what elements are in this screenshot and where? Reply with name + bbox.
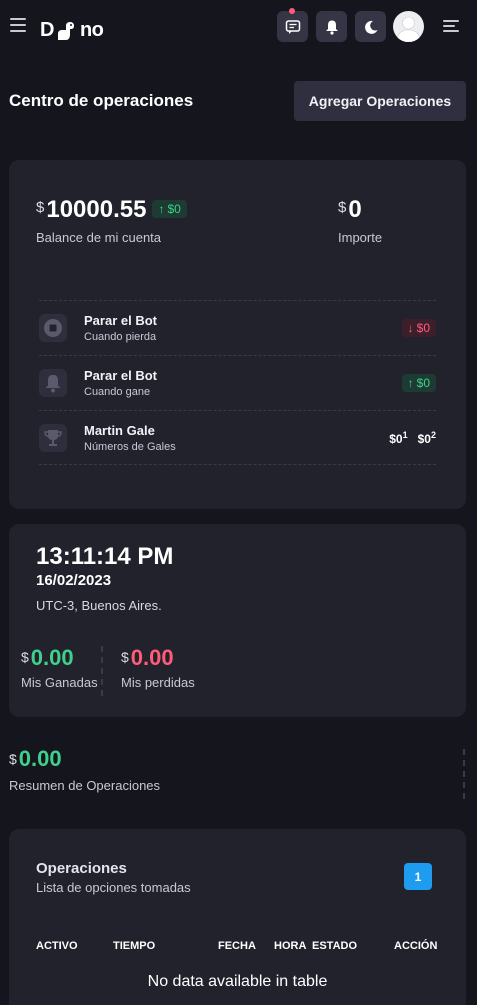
current-date: 16/02/2023 bbox=[36, 572, 112, 589]
martin-gale-row[interactable]: Martin Gale Números de Gales $01 $02 bbox=[39, 410, 436, 465]
currency-symbol: $ bbox=[121, 649, 129, 665]
balance-change-value: $0 bbox=[167, 202, 181, 216]
chat-button[interactable] bbox=[277, 8, 308, 42]
column-header-activo[interactable]: ACTIVO bbox=[36, 940, 78, 952]
losses-stat: $ 0.00 Mis perdidas bbox=[121, 645, 195, 690]
summary-value: 0.00 bbox=[18, 746, 62, 771]
right-menu-icon[interactable] bbox=[443, 20, 459, 35]
notifications-button[interactable] bbox=[316, 11, 347, 42]
wins-stat: $ 0.00 Mis Ganadas bbox=[21, 645, 98, 690]
importe-label: Importe bbox=[338, 230, 383, 245]
stop-loss-value: $0 bbox=[416, 321, 430, 335]
stop-win-badge: ↑ $0 bbox=[401, 374, 436, 392]
chat-icon bbox=[285, 19, 300, 34]
arrow-up-icon: ↑ bbox=[407, 376, 414, 390]
trophy-icon bbox=[39, 423, 67, 452]
column-header-fecha[interactable]: FECHA bbox=[218, 940, 256, 952]
dino-logo-icon bbox=[56, 20, 78, 42]
balance-value: 10000.55 bbox=[46, 196, 147, 223]
operations-card: Operaciones Lista de opciones tomadas 1 … bbox=[9, 829, 466, 1005]
balance-block: $ 10000.55 ↑ $0 Balance de mi cuenta bbox=[36, 196, 187, 245]
wins-label: Mis Ganadas bbox=[21, 675, 98, 690]
gale-1-sup: 1 bbox=[402, 429, 408, 440]
losses-label: Mis perdidas bbox=[121, 675, 195, 690]
stop-icon bbox=[39, 314, 67, 342]
arrow-up-icon: ↑ bbox=[158, 202, 165, 216]
currency-symbol: $ bbox=[36, 199, 45, 216]
operations-title: Operaciones bbox=[36, 860, 127, 877]
add-operations-button[interactable]: Agregar Operaciones bbox=[294, 81, 466, 121]
balance-label: Balance de mi cuenta bbox=[36, 230, 162, 245]
current-time: 13:11:14 PM bbox=[36, 543, 174, 570]
top-bar: D no bbox=[0, 0, 477, 60]
row-subtitle: Cuando gane bbox=[84, 386, 151, 398]
currency-symbol: $ bbox=[338, 199, 347, 216]
bell-icon bbox=[325, 20, 338, 35]
logo[interactable]: D no bbox=[40, 19, 104, 42]
row-title: Martin Gale bbox=[84, 422, 155, 438]
moon-icon bbox=[364, 20, 377, 34]
row-title: Parar el Bot bbox=[84, 313, 157, 328]
clock-card: 13:11:14 PM 16/02/2023 UTC-3, Buenos Air… bbox=[9, 524, 466, 717]
stop-loss-badge: ↓ $0 bbox=[401, 319, 436, 337]
importe-value: 0 bbox=[348, 196, 362, 223]
balance-change-badge: ↑ $0 bbox=[152, 200, 187, 218]
row-subtitle: Números de Gales bbox=[84, 440, 176, 453]
empty-table-message: No data available in table bbox=[147, 973, 328, 990]
notification-dot bbox=[289, 8, 295, 14]
menu-icon[interactable] bbox=[10, 18, 26, 32]
row-subtitle: Cuando pierda bbox=[84, 331, 157, 343]
column-header-tiempo[interactable]: TIEMPO bbox=[113, 940, 155, 952]
account-card: $ 10000.55 ↑ $0 Balance de mi cuenta $ 0… bbox=[9, 160, 466, 509]
stop-loss-row[interactable]: Parar el Bot Cuando pierda ↓ $0 bbox=[39, 300, 436, 355]
row-title: Parar el Bot bbox=[84, 368, 157, 383]
logo-text-right: no bbox=[79, 19, 104, 41]
gale-2-value: $0 bbox=[417, 431, 431, 446]
arrow-down-icon: ↓ bbox=[407, 321, 414, 335]
operations-count-badge[interactable]: 1 bbox=[404, 863, 432, 890]
stop-win-value: $0 bbox=[416, 376, 430, 390]
bell-icon bbox=[39, 369, 67, 397]
column-header-estado[interactable]: ESTADO bbox=[312, 940, 357, 952]
operations-summary: $ 0.00 Resumen de Operaciones bbox=[9, 746, 160, 793]
gales-values: $01 $02 bbox=[389, 430, 436, 446]
avatar[interactable] bbox=[393, 11, 424, 42]
operations-subtitle: Lista de opciones tomadas bbox=[36, 880, 191, 895]
timezone: UTC-3, Buenos Aires. bbox=[36, 598, 162, 613]
currency-symbol: $ bbox=[9, 751, 17, 767]
logo-text-left: D bbox=[40, 19, 54, 41]
stop-win-row[interactable]: Parar el Bot Cuando gane ↑ $0 bbox=[39, 355, 436, 410]
importe-block: $ 0 Importe bbox=[338, 196, 382, 245]
column-header-accion[interactable]: ACCIÓN bbox=[394, 940, 437, 952]
page-title: Centro de operaciones bbox=[9, 91, 194, 110]
summary-label: Resumen de Operaciones bbox=[9, 778, 161, 793]
gale-2-sup: 2 bbox=[430, 429, 436, 440]
losses-value: 0.00 bbox=[130, 645, 174, 670]
divider bbox=[463, 749, 465, 799]
theme-toggle-button[interactable] bbox=[355, 11, 386, 42]
currency-symbol: $ bbox=[21, 649, 29, 665]
gale-1-value: $0 bbox=[389, 431, 403, 446]
divider bbox=[101, 646, 103, 696]
wins-value: 0.00 bbox=[30, 645, 74, 670]
column-header-hora[interactable]: HORA bbox=[274, 940, 306, 952]
